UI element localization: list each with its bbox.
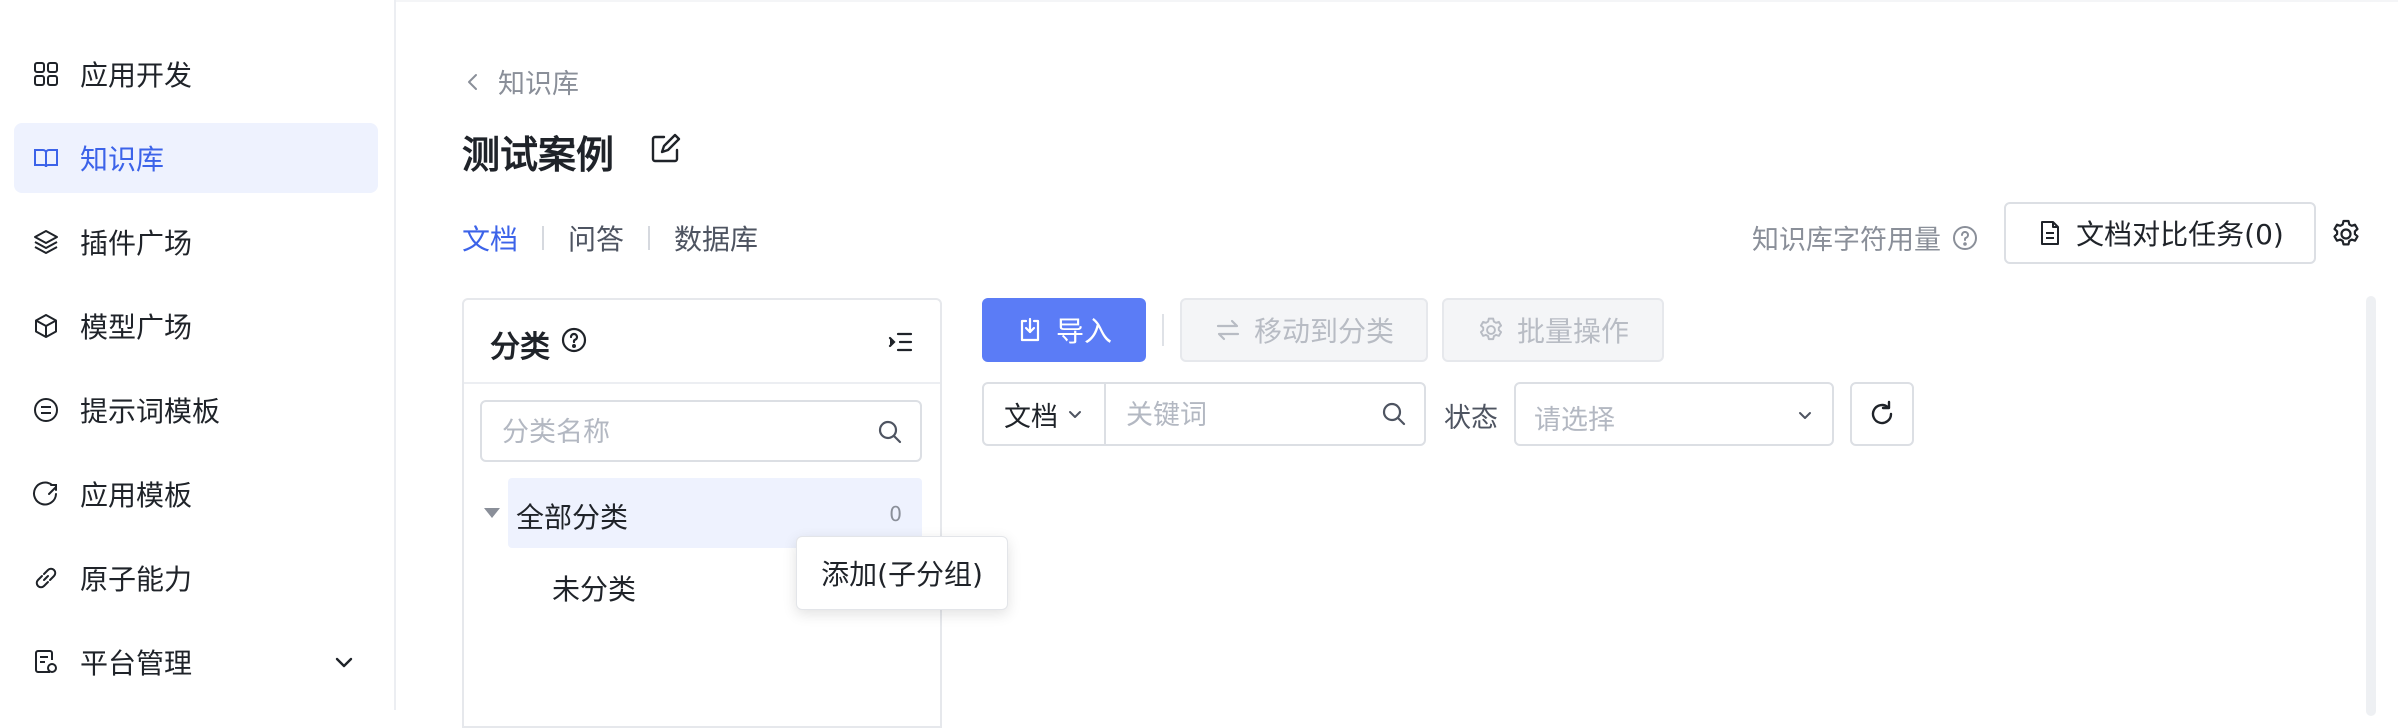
sidebar-item-label: 应用开发 (80, 59, 193, 92)
chevron-down-icon (1069, 411, 1081, 418)
sidebar-item-platform-admin[interactable]: 平台管理 (14, 627, 378, 697)
category-search-input[interactable] (500, 412, 864, 452)
cube-icon (35, 314, 57, 338)
status-placeholder: 请选择 (1534, 405, 1615, 436)
scrollbar[interactable] (2366, 296, 2376, 716)
sidebar-item-plugins[interactable]: 插件广场 (14, 207, 378, 277)
gear-icon (1479, 317, 1503, 341)
refresh-icon (1871, 400, 1893, 425)
batch-operation-button[interactable]: 批量操作 (1442, 298, 1664, 362)
settings-doc-icon (35, 650, 57, 673)
sidebar-item-label: 知识库 (80, 143, 165, 176)
usage-label: 知识库字符用量 (1752, 225, 1941, 256)
sidebar-item-label: 应用模板 (80, 479, 193, 512)
category-title: 分类 (490, 330, 550, 365)
sidebar: 应用开发 知识库 插件广场 模型广场 提示词模板 应用模板 原子能力 平台管理 (0, 0, 396, 710)
sidebar-item-label: 原子能力 (80, 563, 193, 596)
import-button[interactable]: 导入 (982, 298, 1146, 362)
move-to-category-label: 移动到分类 (1253, 315, 1394, 348)
tree-node-uncategorized[interactable]: 未分类 (552, 568, 636, 608)
collapse-menu-icon[interactable] (886, 328, 914, 356)
status-label: 状态 (1444, 403, 1498, 434)
add-subgroup-tooltip[interactable]: 添加(子分组) (796, 536, 1008, 610)
sidebar-item-app-templates[interactable]: 应用模板 (14, 459, 378, 529)
sidebar-item-prompt-templates[interactable]: 提示词模板 (14, 375, 378, 445)
breadcrumb-back-label: 知识库 (498, 69, 579, 100)
chevron-down-icon (1799, 412, 1811, 419)
swap-icon (1216, 319, 1240, 341)
compare-tasks-button[interactable]: 文档对比任务(0) (2004, 202, 2316, 264)
edit-icon[interactable] (648, 132, 682, 166)
sidebar-item-knowledge-base[interactable]: 知识库 (14, 123, 378, 193)
caret-down-icon[interactable] (482, 506, 502, 520)
tab-database[interactable]: 数据库 (674, 218, 758, 258)
search-icon[interactable] (1380, 400, 1408, 428)
batch-operation-label: 批量操作 (1516, 315, 1629, 348)
tree-node-label: 全部分类 (516, 501, 629, 534)
app-template-icon (33, 481, 57, 506)
usage-indicator: 知识库字符用量 (1752, 218, 1979, 257)
tab-documents[interactable]: 文档 (462, 218, 518, 258)
tab-divider (648, 226, 651, 250)
tab-qa[interactable]: 问答 (568, 218, 624, 258)
import-icon (1020, 317, 1040, 342)
search-filter-group: 文档 (982, 382, 1426, 446)
layers-icon (34, 230, 58, 254)
sidebar-item-label: 插件广场 (80, 227, 193, 260)
link-icon (35, 567, 57, 589)
tree-node-count: 0 (889, 502, 902, 526)
sidebar-item-label: 模型广场 (80, 311, 193, 344)
toolbar-divider (1162, 314, 1164, 346)
refresh-button[interactable] (1850, 382, 1914, 446)
breadcrumb[interactable]: 知识库 (462, 62, 579, 101)
tab-divider (542, 226, 545, 250)
move-to-category-button[interactable]: 移动到分类 (1180, 298, 1428, 362)
document-icon (2041, 221, 2060, 245)
sidebar-item-label: 提示词模板 (80, 395, 221, 428)
help-icon[interactable] (560, 326, 588, 354)
sidebar-item-app-dev[interactable]: 应用开发 (14, 39, 378, 109)
keyword-search-input[interactable] (1124, 396, 1368, 434)
sidebar-item-label: 平台管理 (80, 647, 193, 680)
doc-type-select[interactable]: 文档 (984, 384, 1106, 444)
category-search (480, 400, 922, 462)
top-border (396, 0, 2398, 2)
sidebar-item-models[interactable]: 模型广场 (14, 291, 378, 361)
chevron-left-icon (468, 73, 477, 90)
help-icon[interactable] (1951, 224, 1979, 252)
gear-icon[interactable] (2330, 218, 2362, 250)
doc-type-value: 文档 (1004, 401, 1058, 433)
category-panel: 分类 全部分类 0 未分类 (462, 298, 942, 728)
page-title: 测试案例 (462, 133, 615, 177)
grid-icon (34, 62, 58, 86)
search-icon[interactable] (876, 418, 904, 446)
category-header: 分类 (464, 300, 940, 384)
import-label: 导入 (1055, 315, 1112, 348)
sidebar-item-atomic-abilities[interactable]: 原子能力 (14, 543, 378, 613)
chevron-down-icon[interactable] (330, 648, 358, 676)
compare-tasks-label: 文档对比任务(0) (2076, 218, 2284, 251)
content-tabs: 文档 问答 数据库 (462, 218, 758, 258)
chat-icon (34, 398, 58, 422)
status-select[interactable]: 请选择 (1514, 382, 1834, 446)
book-icon (34, 149, 58, 168)
